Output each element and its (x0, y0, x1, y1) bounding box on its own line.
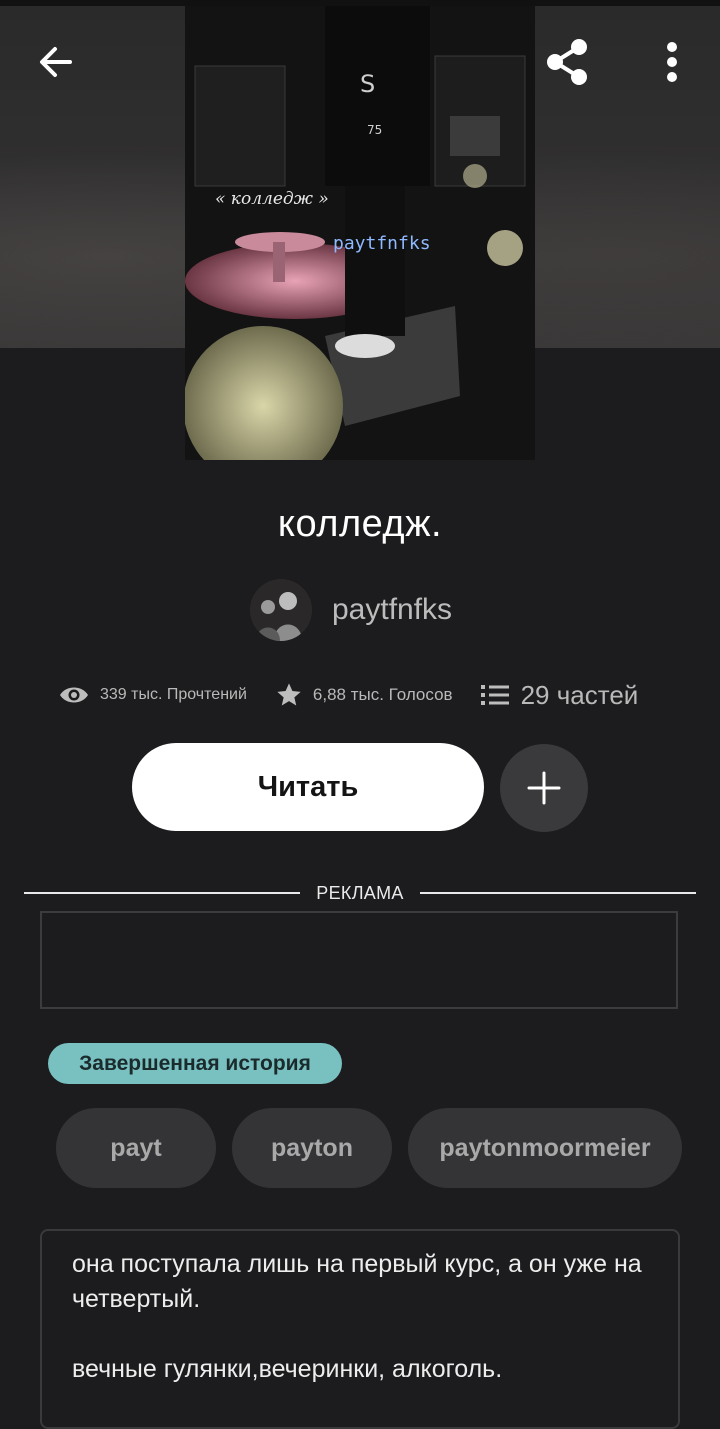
book-cover: S 75 « колледж » paytfnfks (185, 6, 535, 460)
read-button[interactable]: Читать (132, 743, 484, 831)
description-paragraph: вечные гулянки,вечеринки, алкоголь. (72, 1355, 503, 1383)
parts-count: 29 частей (520, 679, 639, 710)
tag-paytonmoormeier[interactable]: paytonmoormeier (408, 1108, 682, 1188)
more-vertical-icon (667, 42, 677, 82)
author-avatar (250, 579, 312, 641)
plus-icon (527, 771, 561, 805)
ad-label: РЕКЛАМА (316, 882, 404, 903)
votes-stat: 6,88 тыс. Голосов (275, 681, 453, 709)
divider (24, 892, 301, 894)
more-options-button[interactable] (646, 36, 698, 88)
cover-title-text: « колледж » (215, 189, 329, 209)
story-stats: 339 тыс. Прочтений 6,88 тыс. Голосов 29 … (58, 672, 678, 718)
story-description: она поступала лишь на первый курс, а он … (40, 1229, 680, 1429)
cover-author-text: paytfnfks (333, 233, 431, 254)
tag-payt[interactable]: payt (56, 1108, 216, 1188)
votes-count: 6,88 тыс. Голосов (312, 685, 453, 704)
story-title: колледж. (277, 503, 443, 545)
author-name: paytfnfks (332, 593, 453, 626)
svg-text:75: 75 (367, 123, 382, 137)
author-link[interactable]: paytfnfks (250, 578, 452, 642)
arrow-left-icon (40, 47, 72, 77)
avatar-image (250, 579, 312, 641)
reads-count: 339 тыс. Прочтений (100, 686, 247, 703)
ad-banner[interactable] (40, 911, 678, 1009)
completed-story-badge: Завершенная история (48, 1043, 342, 1084)
ad-separator: РЕКЛАМА (24, 881, 697, 905)
share-button[interactable] (541, 36, 593, 88)
tag-payton[interactable]: payton (232, 1108, 392, 1188)
svg-text:S: S (360, 70, 375, 98)
reads-stat: 339 тыс. Прочтений (58, 684, 247, 706)
share-icon (547, 39, 587, 85)
description-paragraph: она поступала лишь на первый курс, а он … (72, 1250, 642, 1313)
add-to-library-button[interactable] (500, 744, 588, 832)
cover-artwork: S 75 « колледж » paytfnfks (185, 6, 535, 460)
eye-icon (60, 687, 88, 703)
list-icon (480, 685, 509, 705)
star-icon (277, 683, 301, 706)
parts-stat: 29 частей (480, 679, 639, 711)
back-button[interactable] (30, 36, 82, 88)
divider (419, 892, 697, 894)
